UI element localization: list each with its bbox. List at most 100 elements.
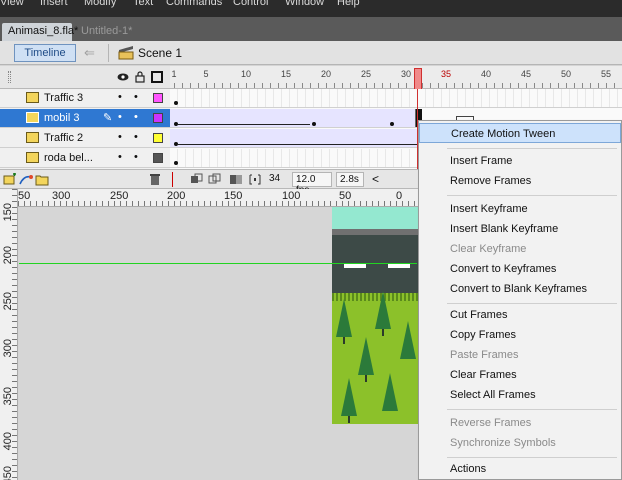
nav-divider [108, 44, 109, 62]
keyframe[interactable] [390, 122, 394, 126]
menu-window[interactable]: Window [285, 0, 324, 8]
menu-item-remove-frames[interactable]: Remove Frames [419, 171, 621, 191]
menu-item-select-all-frames[interactable]: Select All Frames [419, 385, 621, 405]
menu-help[interactable]: Help [337, 0, 360, 8]
timeline-button[interactable]: Timeline [14, 44, 76, 62]
frame-tick [366, 83, 367, 88]
frame-rate[interactable]: 12.0 fps [292, 172, 332, 196]
visibility-dot[interactable]: • [118, 91, 122, 103]
visibility-dot[interactable]: • [118, 111, 122, 123]
center-frame-icon[interactable] [172, 172, 173, 187]
lock-dot[interactable]: • [134, 91, 138, 103]
guide-line[interactable] [19, 263, 417, 264]
frame-tick [446, 83, 447, 88]
frame-ruler[interactable]: 151015202530354045505560 [170, 66, 622, 89]
frame-tick [470, 83, 471, 88]
layer-color-swatch[interactable] [153, 93, 163, 103]
visibility-dot[interactable]: • [118, 131, 122, 143]
doc-tab-untitled[interactable]: Untitled-1* [75, 23, 145, 41]
frame-tick [430, 83, 431, 88]
menu-item-clear-keyframe: Clear Keyframe [450, 243, 527, 255]
tree [382, 373, 398, 411]
current-frame[interactable]: 34 [266, 172, 288, 187]
menu-item-clear-frames[interactable]: Clear Frames [419, 365, 621, 385]
document-tab-bar: Animasi_8.fla* Untitled-1* [0, 17, 622, 41]
modify-markers-icon[interactable] [248, 173, 262, 186]
lock-dot[interactable]: • [134, 111, 138, 123]
frame-tick [358, 83, 359, 88]
frame-tick [294, 83, 295, 88]
frame-tick [438, 83, 439, 88]
frame-row[interactable] [170, 89, 622, 108]
menu-modify[interactable]: Modify [84, 0, 116, 8]
tree [375, 291, 391, 329]
stage-artwork[interactable] [332, 207, 418, 424]
lane-marking [388, 264, 410, 268]
menu-commands[interactable]: Commands [166, 0, 222, 8]
menu-item-convert-to-keyframes[interactable]: Convert to Keyframes [419, 259, 621, 279]
scroll-left-icon[interactable]: < [372, 172, 379, 186]
delete-layer-icon[interactable] [148, 173, 162, 186]
frame-tick [278, 83, 279, 88]
menu-item-insert-frame[interactable]: Insert Frame [419, 151, 621, 171]
lock-icon[interactable] [134, 71, 146, 83]
panel-grip[interactable] [8, 71, 11, 83]
edit-multiple-frames-icon[interactable] [229, 173, 243, 186]
menu-item-copy-frames[interactable]: Copy Frames [419, 325, 621, 345]
new-layer-icon[interactable] [3, 173, 17, 186]
frame-tick [310, 83, 311, 88]
frame-number-30: 30 [400, 69, 412, 79]
lock-dot[interactable]: • [134, 131, 138, 143]
menu-item-paste-frames: Paste Frames [450, 349, 519, 361]
keyframe[interactable] [312, 122, 316, 126]
menu-item-create-motion-tween[interactable]: Create Motion Tween [419, 123, 621, 143]
menu-text[interactable]: Text [133, 0, 153, 8]
frame-tick [206, 83, 207, 88]
keyframe[interactable] [174, 101, 178, 105]
frame-number-55: 55 [600, 69, 612, 79]
layer-color-swatch[interactable] [153, 113, 163, 123]
layer-name: Traffic 2 [44, 132, 84, 144]
layer-color-swatch[interactable] [153, 133, 163, 143]
menu-item-convert-to-blank-keyframes[interactable]: Convert to Blank Keyframes [419, 279, 621, 299]
frame-tick [534, 83, 535, 88]
onion-skin-outlines-icon[interactable] [208, 173, 222, 186]
playhead[interactable] [414, 68, 422, 90]
tree-trunk [348, 416, 350, 423]
menu-item-actions[interactable]: Actions [419, 459, 621, 479]
doc-tab-animasi[interactable]: Animasi_8.fla* [2, 23, 78, 41]
menu-control[interactable]: Control [233, 0, 268, 8]
tree [341, 378, 357, 416]
menu-separator [447, 195, 617, 196]
menu-item-cut-frames[interactable]: Cut Frames [419, 305, 621, 325]
frame-tick [598, 83, 599, 88]
tree-trunk [382, 329, 384, 336]
layer-traffic-2[interactable]: Traffic 2 • • [0, 129, 170, 148]
frame-tick [382, 83, 383, 88]
outline-icon[interactable] [151, 71, 163, 83]
layer-roda-bel[interactable]: roda bel... • • [0, 149, 170, 168]
frame-tick [614, 83, 615, 88]
keyframe[interactable] [174, 161, 178, 165]
frame-tick [566, 83, 567, 88]
frame-tick [270, 83, 271, 88]
menu-view[interactable]: View [0, 0, 24, 8]
eye-icon[interactable] [117, 71, 129, 83]
layer-color-swatch[interactable] [153, 153, 163, 163]
frame-tick [502, 83, 503, 88]
motion-guide-icon[interactable] [19, 173, 33, 186]
frame-number-20: 20 [320, 69, 332, 79]
back-arrow-icon[interactable]: ⇐ [84, 45, 100, 60]
frame-tick [390, 83, 391, 88]
layer-mobil-3[interactable]: mobil 3 ✎ • • [0, 109, 170, 128]
visibility-dot[interactable]: • [118, 151, 122, 163]
lock-dot[interactable]: • [134, 151, 138, 163]
onion-skin-icon[interactable] [190, 173, 204, 186]
scene-label[interactable]: Scene 1 [138, 46, 182, 60]
menu-insert[interactable]: Insert [40, 0, 68, 8]
menu-item-insert-blank-keyframe[interactable]: Insert Blank Keyframe [419, 219, 621, 239]
new-folder-icon[interactable] [35, 173, 49, 186]
pencil-icon: ✎ [103, 112, 113, 124]
layer-traffic-3[interactable]: Traffic 3 • • [0, 89, 170, 108]
menu-item-insert-keyframe[interactable]: Insert Keyframe [419, 199, 621, 219]
